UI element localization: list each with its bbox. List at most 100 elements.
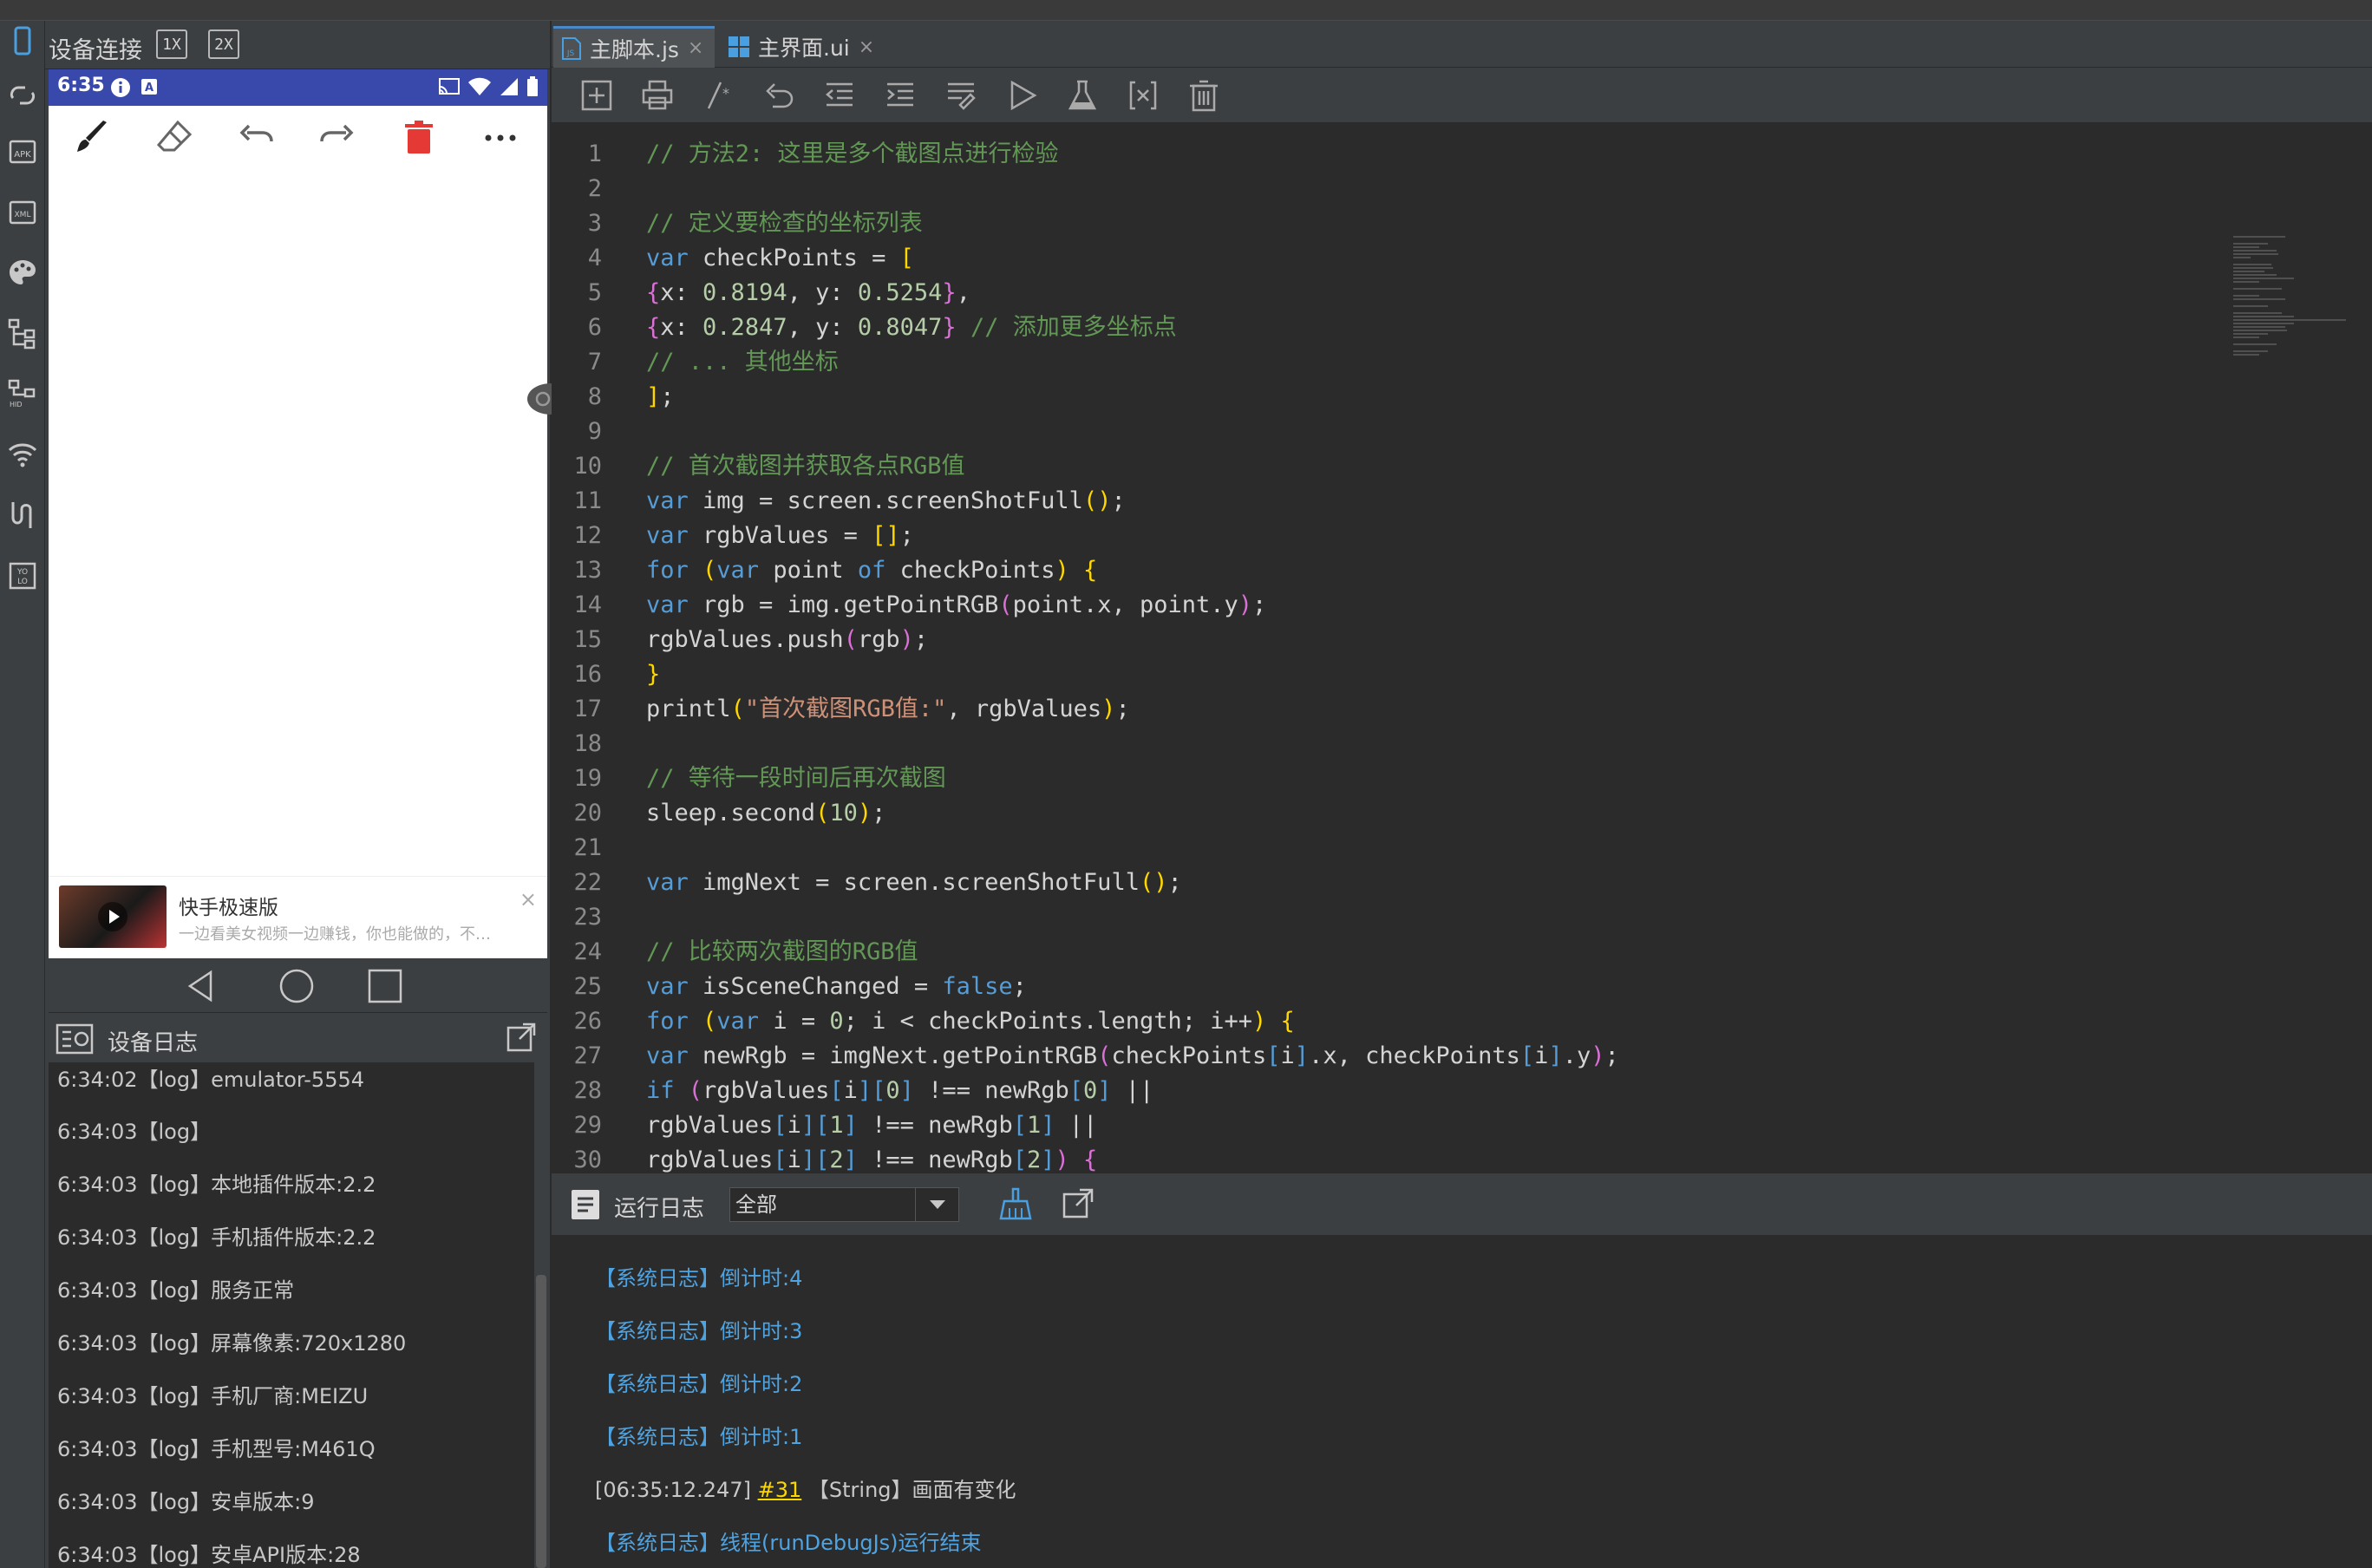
svg-text:*: *	[722, 85, 729, 101]
undo-icon[interactable]	[236, 118, 276, 158]
phone-nav-bar	[49, 958, 547, 1010]
format-icon[interactable]	[944, 78, 978, 113]
device-log-list: 6:34:02【log】emulator-5554 6:34:03【log】 6…	[49, 1062, 534, 1568]
code-line: 22 var imgNext = screen.screenShotFull();	[573, 869, 1182, 896]
indent-icon[interactable]	[883, 78, 918, 113]
comment-toggle-icon[interactable]: *	[701, 78, 735, 113]
outdent-icon[interactable]	[822, 78, 857, 113]
device-log-line: 6:34:03【log】手机型号:M461Q	[57, 1437, 376, 1461]
code-line: 7// ... 其他坐标	[587, 349, 839, 376]
print-icon[interactable]	[640, 78, 675, 113]
clear-icon[interactable]	[1186, 78, 1221, 113]
code-line: 18	[573, 730, 602, 757]
phone-icon[interactable]	[5, 24, 40, 59]
usb-cable-icon[interactable]	[5, 498, 40, 532]
device-log-header: 设备日志	[49, 1012, 547, 1062]
device-log-line: 6:34:03【log】	[57, 1120, 212, 1144]
ad-banner[interactable]: 快手极速版 一边看美女视频一边赚钱，你也能做的，不… ×	[49, 876, 547, 958]
run-log-icon	[572, 1190, 599, 1219]
editor-tabs: JS 主脚本.js × 主界面.ui ×	[552, 21, 2372, 68]
code-line: 21	[573, 834, 602, 861]
drawing-toolbar	[49, 106, 547, 168]
device-log-line: 6:34:03【log】手机厂商:MEIZU	[57, 1384, 369, 1408]
node-tree-icon[interactable]	[5, 316, 40, 350]
redo-icon[interactable]	[317, 118, 357, 158]
cast-icon	[439, 78, 460, 95]
tab-label: 主脚本.js	[590, 36, 679, 62]
device-panel-title: 设备连接	[49, 37, 142, 64]
yolo-icon[interactable]: YO LO	[5, 559, 40, 593]
tab-close-button[interactable]: ×	[688, 37, 703, 59]
popout-icon[interactable]	[1062, 1187, 1095, 1220]
drawing-canvas[interactable]	[49, 168, 547, 876]
link-icon[interactable]	[5, 78, 40, 113]
code-line: 13 for (var point of checkPoints) {	[573, 557, 1098, 584]
broom-clear-icon[interactable]	[997, 1186, 1034, 1222]
code-line: 10// 首次截图并获取各点RGB值	[573, 453, 965, 480]
eraser-icon[interactable]	[154, 118, 194, 158]
svg-text:A: A	[145, 82, 154, 95]
code-line: 3// 定义要检查的坐标列表	[587, 210, 923, 237]
log-line-link[interactable]: #31	[758, 1478, 802, 1502]
refresh-handle-icon[interactable]	[520, 380, 552, 418]
device-log-line: 6:34:03【log】手机插件版本:2.2	[57, 1225, 376, 1250]
ad-close-button[interactable]: ×	[519, 887, 537, 911]
popout-icon[interactable]	[506, 1022, 537, 1053]
ad-title: 快手极速版	[179, 897, 278, 919]
code-line: 30 rgbValues[i][2] !== newRgb[2]) {	[573, 1147, 1098, 1173]
hid-tree-icon[interactable]: HID	[5, 376, 40, 411]
nav-recent-icon[interactable]	[366, 967, 404, 1005]
code-line: 11 var img = screen.screenShotFull();	[573, 487, 1126, 514]
tab-main-ui[interactable]: 主界面.ui ×	[722, 26, 878, 68]
svg-text:YO: YO	[16, 568, 28, 577]
code-line: 23	[573, 904, 602, 931]
device-log-title: 设备日志	[108, 1030, 199, 1056]
code-editor[interactable]: 1// 方法2: 这里是多个截图点进行检验 2 3// 定义要检查的坐标列表 4…	[552, 123, 2372, 1173]
svg-text:APK: APK	[14, 150, 31, 160]
svg-text:XML: XML	[15, 211, 31, 219]
tab-close-button[interactable]: ×	[859, 36, 874, 58]
code-line: 24// 比较两次截图的RGB值	[573, 938, 918, 965]
phone-screen[interactable]: 6:35 A 快手极速版 一边看美女视频一边赚钱，你也能做的，不… ×	[49, 69, 547, 958]
test-flask-icon[interactable]	[1065, 78, 1100, 113]
info-icon	[111, 78, 130, 97]
wifi-icon[interactable]	[5, 437, 40, 472]
device-log-line: 6:34:03【log】安卓版本:9	[57, 1490, 315, 1514]
nav-back-icon[interactable]	[183, 967, 221, 1005]
nav-home-icon[interactable]	[278, 967, 316, 1005]
zoom-1x-button[interactable]: 1X	[156, 29, 187, 59]
palette-icon[interactable]	[5, 255, 40, 290]
phone-status-bar: 6:35 A	[49, 69, 547, 106]
device-panel-header: 设备连接 1X 2X	[45, 21, 550, 69]
run-icon[interactable]	[1004, 78, 1039, 113]
xml-icon[interactable]: XML	[5, 194, 40, 229]
undo-edit-icon[interactable]	[761, 78, 796, 113]
run-log-list: 【系统日志】倒计时:4 【系统日志】倒计时:3 【系统日志】倒计时:2 【系统日…	[552, 1235, 2372, 1568]
code-line: 29 rgbValues[i][1] !== newRgb[1] ||	[573, 1112, 1098, 1139]
device-log-line: 6:34:03【log】服务正常	[57, 1278, 295, 1303]
log-message: 【String】画面有变化	[807, 1478, 1016, 1502]
editor-toolbar: *	[552, 68, 2372, 123]
code-line: 2	[587, 175, 602, 202]
cell-signal-icon	[500, 78, 518, 95]
apk-icon[interactable]: APK	[5, 134, 40, 168]
run-log-title: 运行日志	[614, 1196, 705, 1222]
wifi-signal-icon	[468, 77, 491, 95]
brush-icon[interactable]	[73, 118, 113, 158]
tab-main-script[interactable]: JS 主脚本.js ×	[553, 26, 715, 68]
js-file-icon: JS	[562, 36, 581, 60]
device-log-line: 6:34:03【log】安卓API版本:28	[57, 1543, 361, 1567]
code-line: 17 printl("首次截图RGB值:", rgbValues);	[573, 696, 1130, 722]
chevron-down-icon[interactable]	[915, 1188, 958, 1221]
device-log-scrollbar[interactable]	[536, 1275, 546, 1568]
code-line: 12 var rgbValues = [];	[573, 522, 914, 549]
new-file-icon[interactable]	[579, 78, 614, 113]
zoom-2x-button[interactable]: 2X	[208, 29, 239, 59]
code-minimap[interactable]	[2233, 236, 2355, 392]
ad-subtitle: 一边看美女视频一边赚钱，你也能做的，不…	[179, 925, 491, 944]
more-options-icon[interactable]	[480, 118, 520, 158]
variable-icon[interactable]	[1126, 78, 1160, 113]
delete-icon[interactable]	[399, 118, 439, 158]
log-filter-select[interactable]: 全部	[729, 1187, 959, 1222]
code-line: 9	[587, 418, 602, 445]
